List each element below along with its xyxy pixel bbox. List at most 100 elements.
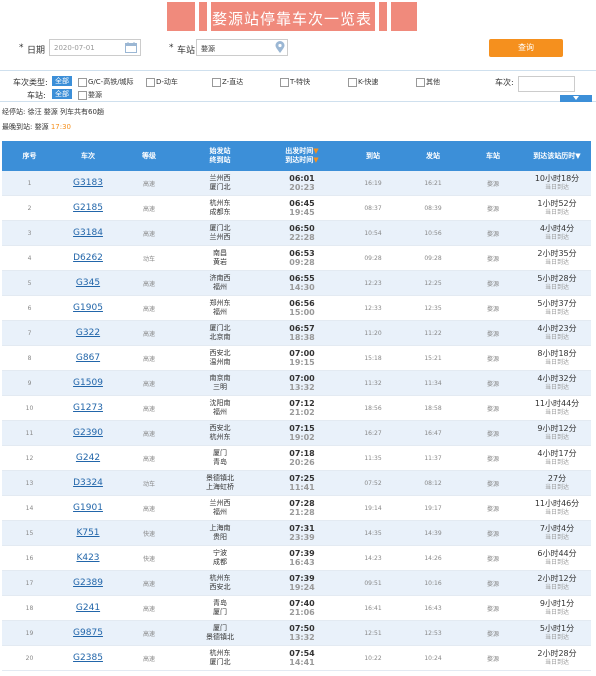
depart-time: 07:28 — [289, 499, 315, 508]
arrive-time: 21:28 — [289, 508, 315, 517]
duration-value: 4小时23分 — [537, 324, 577, 333]
row-times: 07:00 19:15 — [261, 345, 343, 371]
train-link[interactable]: G2385 — [73, 653, 103, 663]
col-duration[interactable]: 到达该站历时▼ — [523, 141, 591, 171]
train-link[interactable]: G867 — [76, 353, 100, 363]
row-station: 婺源 — [463, 420, 523, 446]
row-grade: 高速 — [119, 370, 179, 396]
type-k-checkbox[interactable] — [348, 78, 357, 87]
row-times: 07:40 21:06 — [261, 595, 343, 621]
row-stations: 厦门北 兰州西 — [179, 220, 261, 246]
train-link[interactable]: G2389 — [73, 578, 103, 588]
row-train: K423 — [57, 545, 119, 571]
duration-value: 7小时4分 — [539, 524, 575, 533]
arrive-time: 14:41 — [289, 658, 315, 667]
row-arrive: 19:14 — [343, 495, 403, 521]
origin-station: 南京南 — [209, 374, 231, 382]
train-link[interactable]: K751 — [76, 528, 99, 538]
col-times[interactable]: 出发时间▼ 到达时间▼ — [261, 141, 343, 171]
row-station: 婺源 — [463, 320, 523, 346]
row-no: 3 — [2, 220, 57, 246]
train-link[interactable]: K423 — [76, 553, 99, 563]
train-link[interactable]: G3184 — [73, 228, 103, 238]
station-all-toggle[interactable]: 全部 — [52, 89, 72, 99]
train-link[interactable]: G2390 — [73, 428, 103, 438]
origin-station: 济南西 — [209, 274, 231, 282]
train-link[interactable]: D3324 — [73, 478, 103, 488]
row-arrive: 15:18 — [343, 345, 403, 371]
type-d-label: D-动车 — [156, 78, 178, 86]
timetable: 序号 车次 等级 始发站 终到站 出发时间▼ 到达时间▼ 到站 发站 车站 到达… — [2, 141, 591, 671]
row-arrive: 16:41 — [343, 595, 403, 621]
origin-station: 西安北 — [209, 424, 231, 432]
depart-time: 07:39 — [289, 574, 315, 583]
train-link[interactable]: G242 — [76, 453, 100, 463]
calendar-icon[interactable] — [125, 42, 137, 53]
col-stations[interactable]: 始发站 终到站 — [179, 141, 261, 171]
train-link[interactable]: G322 — [76, 328, 100, 338]
depart-time: 07:40 — [289, 599, 315, 608]
type-all-toggle[interactable]: 全部 — [52, 76, 72, 86]
row-duration: 2小时35分 当日到达 — [523, 245, 591, 271]
duration-value: 11小时44分 — [534, 399, 580, 408]
col-duration-label: 到达该站历时 — [533, 151, 576, 160]
col-depart: 发站 — [403, 141, 463, 171]
row-no: 19 — [2, 620, 57, 646]
type-other-checkbox[interactable] — [416, 78, 425, 87]
duration-note: 当日到达 — [544, 259, 569, 266]
row-times: 07:54 14:41 — [261, 645, 343, 671]
origin-station: 景德镇北 — [206, 474, 234, 482]
station-wuyuan-checkbox[interactable] — [78, 91, 87, 100]
type-gc-checkbox[interactable] — [78, 78, 87, 87]
train-link[interactable]: G2185 — [73, 203, 103, 213]
duration-note: 当日到达 — [544, 534, 569, 541]
duration-note: 当日到达 — [544, 559, 569, 566]
row-train: G1273 — [57, 395, 119, 421]
train-link[interactable]: G3183 — [73, 178, 103, 188]
train-link[interactable]: G241 — [76, 603, 100, 613]
train-link[interactable]: G345 — [76, 278, 100, 288]
row-arrive: 12:23 — [343, 270, 403, 296]
row-station: 婺源 — [463, 370, 523, 396]
duration-value: 4小时17分 — [537, 449, 577, 458]
table-row: 6 G1905 高速 郑州东 福州 06:56 15:00 12:33 12:35 婺源 5小时37… — [2, 295, 591, 321]
station-filter-label: 车站: — [27, 91, 46, 100]
row-duration: 9小时12分 当日到达 — [523, 420, 591, 446]
train-number-input[interactable] — [518, 76, 575, 92]
depart-time: 06:01 — [289, 174, 315, 183]
row-station: 婺源 — [463, 520, 523, 546]
row-arrive: 11:35 — [343, 445, 403, 471]
train-link[interactable]: G1509 — [73, 378, 103, 388]
train-link[interactable]: G1273 — [73, 403, 103, 413]
duration-value: 5小时1分 — [539, 624, 575, 633]
duration-value: 6小时44分 — [537, 549, 577, 558]
row-times: 06:57 18:38 — [261, 320, 343, 346]
row-grade: 动车 — [119, 245, 179, 271]
type-z-checkbox[interactable] — [212, 78, 221, 87]
arrive-time: 15:00 — [289, 308, 315, 317]
sort-down-icon[interactable]: ▼ — [575, 152, 580, 160]
type-d-checkbox[interactable] — [146, 78, 155, 87]
row-train: G242 — [57, 445, 119, 471]
terminal-station: 厦门北 — [209, 183, 231, 191]
arrive-time: 19:24 — [289, 583, 315, 592]
train-link[interactable]: G9875 — [73, 628, 103, 638]
query-button[interactable]: 查询 — [489, 39, 563, 57]
depart-time: 07:12 — [289, 399, 315, 408]
sort-down-icon[interactable]: ▼ — [313, 147, 318, 155]
row-station: 婺源 — [463, 595, 523, 621]
row-stations: 郑州东 福州 — [179, 295, 261, 321]
type-t-checkbox[interactable] — [280, 78, 289, 87]
row-grade: 高速 — [119, 270, 179, 296]
row-arrive: 10:54 — [343, 220, 403, 246]
sort-down-icon[interactable]: ▼ — [313, 156, 318, 164]
expand-toggle[interactable] — [560, 95, 592, 102]
train-link[interactable]: G1905 — [73, 303, 103, 313]
train-link[interactable]: D6262 — [73, 253, 103, 263]
arrive-time: 19:45 — [289, 208, 315, 217]
col-times-depart: 出发时间 — [285, 147, 314, 155]
row-station: 婺源 — [463, 245, 523, 271]
row-train: G2389 — [57, 570, 119, 596]
row-station: 婺源 — [463, 220, 523, 246]
train-link[interactable]: G1901 — [73, 503, 103, 513]
